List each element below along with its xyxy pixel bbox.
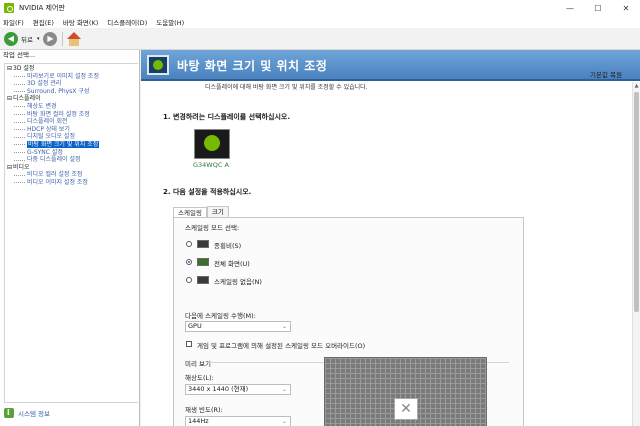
tree-item[interactable]: 다중 디스플레이 설정: [5, 156, 138, 164]
tree-item-label[interactable]: 디스플레이 회전: [27, 118, 68, 125]
aspect-ratio-label[interactable]: 종횡비(S): [214, 240, 241, 250]
tree-item[interactable]: 바탕 화면 컬러 설정 조정: [5, 111, 138, 119]
menu-help[interactable]: 도움말(H): [156, 17, 184, 27]
preview-area: ✕: [324, 357, 487, 426]
tree-item-label[interactable]: 바탕 화면 크기 및 위치 조정: [27, 140, 100, 148]
resolution-label: 해상도(L):: [185, 374, 214, 382]
tree-item-label[interactable]: G-SYNC 설정: [27, 149, 63, 156]
chevron-down-icon: ⌄: [281, 418, 287, 425]
tree-item-label[interactable]: 3D 설정 관리: [27, 80, 61, 87]
forward-arrow-icon[interactable]: ▶: [43, 31, 58, 46]
refresh-rate-value: 144Hz: [188, 417, 209, 425]
menu-file[interactable]: 파일(F): [3, 17, 24, 27]
full-screen-label[interactable]: 전체 화면(U): [214, 258, 250, 268]
close-button[interactable]: ✕: [612, 0, 640, 16]
section-1-title: 1. 변경하려는 디스플레이를 선택하십시오.: [163, 113, 290, 121]
resolution-value: 3440 x 1440 (현재): [188, 385, 249, 393]
refresh-rate-label: 재생 빈도(R):: [185, 406, 223, 414]
scroll-up-icon[interactable]: ▲: [633, 82, 640, 90]
tree-category[interactable]: ⊟디스플레이: [5, 95, 138, 103]
minimize-button[interactable]: —: [556, 0, 584, 16]
tree-item[interactable]: 디지털 오디오 설정: [5, 133, 138, 141]
tree-item-label[interactable]: 미리보기로 이미지 설정 조정: [27, 73, 99, 80]
task-panel: 작업 선택... ⊟3D 설정 미리보기로 이미지 설정 조정 3D 설정 관리 Su…: [0, 50, 140, 426]
tree-item-label[interactable]: 디스플레이: [13, 95, 41, 102]
preview-label: 미리 보기: [185, 360, 211, 368]
main-panel: 바탕 화면 크기 및 위치 조정 기본값 복원 디스플레이에 대해 바탕 화면 …: [141, 50, 640, 426]
chevron-down-icon: ⌄: [281, 323, 287, 330]
back-arrow-icon[interactable]: ◀: [4, 31, 18, 46]
full-screen-icon: [197, 258, 209, 266]
tree-item-label[interactable]: 비디오 컬러 설정 조정: [27, 171, 82, 178]
task-tree: ⊟3D 설정 미리보기로 이미지 설정 조정 3D 설정 관리 Surround, P…: [4, 63, 138, 403]
perform-scaling-on-label: 다음에 스케일링 수행(M):: [185, 312, 256, 320]
menu-edit[interactable]: 편집(E): [33, 17, 54, 27]
tree-item-label[interactable]: 바탕 화면 컬러 설정 조정: [27, 111, 90, 118]
tab-size[interactable]: 크기: [206, 206, 229, 217]
override-scaling-checkbox[interactable]: [186, 341, 192, 347]
menu-display[interactable]: 디스플레이(D): [107, 17, 147, 27]
tree-item[interactable]: 해상도 변경: [5, 103, 138, 111]
tree-item[interactable]: 바탕 화면 크기 및 위치 조정: [5, 140, 138, 149]
page-title: 바탕 화면 크기 및 위치 조정: [177, 59, 328, 73]
task-panel-header: 작업 선택...: [3, 51, 36, 59]
system-info-label[interactable]: 시스템 정보: [18, 408, 50, 418]
tree-item-label[interactable]: 디지털 오디오 설정: [27, 133, 75, 140]
settings-tabs: 스케일링 크기: [173, 206, 229, 218]
menu-desktop[interactable]: 바탕 화면(K): [63, 17, 98, 27]
window-controls: — ☐ ✕: [556, 0, 640, 16]
info-icon: [4, 408, 14, 418]
back-button-label[interactable]: 뒤로: [21, 34, 33, 44]
tree-item[interactable]: 비디오 컬러 설정 조정: [5, 171, 138, 179]
preview-placeholder-icon: ✕: [394, 398, 418, 420]
tree-item-label[interactable]: HDCP 상태 보기: [27, 126, 70, 133]
window-title: NVIDIA 제어판: [19, 4, 65, 12]
perform-scaling-on-value: GPU: [188, 322, 202, 330]
tree-item[interactable]: 미리보기로 이미지 설정 조정: [5, 73, 138, 81]
radio-full-screen[interactable]: [186, 259, 192, 265]
perform-scaling-on-select[interactable]: GPU ⌄: [185, 321, 291, 332]
tree-item-label[interactable]: 해상도 변경: [27, 103, 57, 110]
tree-item[interactable]: 비디오 이미지 설정 조정: [5, 179, 138, 187]
nvidia-logo-icon: [4, 3, 14, 13]
monitor-label[interactable]: G34WQC A: [193, 161, 229, 169]
system-info-link[interactable]: 시스템 정보: [4, 408, 50, 418]
back-history-dropdown[interactable]: ▾: [37, 36, 40, 42]
tree-item-label[interactable]: 3D 설정: [13, 65, 34, 72]
tree-item[interactable]: G-SYNC 설정: [5, 149, 138, 157]
refresh-rate-select[interactable]: 144Hz ⌄: [185, 416, 291, 426]
tree-category[interactable]: ⊟3D 설정: [5, 65, 138, 73]
chevron-down-icon: ⌄: [281, 386, 287, 393]
radio-no-scaling[interactable]: [186, 277, 192, 283]
settings-content: 디스플레이에 대해 바탕 화면 크기 및 위치를 조정할 수 있습니다. 1. …: [141, 82, 632, 426]
menu-bar: 파일(F) 편집(E) 바탕 화면(K) 디스플레이(D) 도움말(H): [0, 16, 640, 28]
radio-aspect-ratio[interactable]: [186, 241, 192, 247]
section-2-title: 2. 다음 설정을 적용하십시오.: [163, 188, 252, 196]
tree-item-label[interactable]: 비디오: [13, 164, 30, 171]
tree-item[interactable]: 디스플레이 회전: [5, 118, 138, 126]
vertical-scrollbar[interactable]: ▲: [632, 82, 640, 426]
display-settings-icon: [147, 55, 169, 75]
page-description: 디스플레이에 대해 바탕 화면 크기 및 위치를 조정할 수 있습니다.: [205, 84, 368, 91]
resolution-select[interactable]: 3440 x 1440 (현재) ⌄: [185, 384, 291, 395]
tree-item-label[interactable]: 다중 디스플레이 설정: [27, 156, 81, 163]
tree-item[interactable]: 3D 설정 관리: [5, 80, 138, 88]
no-scaling-icon: [197, 276, 209, 284]
toolbar: ◀ 뒤로 ▾ ▶: [0, 28, 640, 50]
home-icon[interactable]: [67, 31, 82, 46]
aspect-ratio-icon: [197, 240, 209, 248]
toolbar-divider: [62, 31, 64, 46]
page-banner: 바탕 화면 크기 및 위치 조정 기본값 복원: [141, 50, 640, 81]
override-scaling-label[interactable]: 게임 및 프로그램에 의해 설정된 스케일링 모드 오버라이드(O): [197, 340, 365, 350]
monitor-icon[interactable]: [194, 129, 230, 159]
scaling-mode-label: 스케일링 모드 선택:: [185, 224, 240, 232]
restore-defaults-link[interactable]: 기본값 복원: [590, 69, 622, 79]
maximize-button[interactable]: ☐: [584, 0, 612, 16]
no-scaling-label[interactable]: 스케일링 없음(N): [214, 276, 262, 286]
tree-item-label[interactable]: 비디오 이미지 설정 조정: [27, 179, 88, 186]
tree-item-label[interactable]: Surround, PhysX 구성: [27, 88, 89, 95]
scrollbar-thumb[interactable]: [634, 92, 639, 312]
title-bar: NVIDIA 제어판 — ☐ ✕: [0, 0, 640, 16]
